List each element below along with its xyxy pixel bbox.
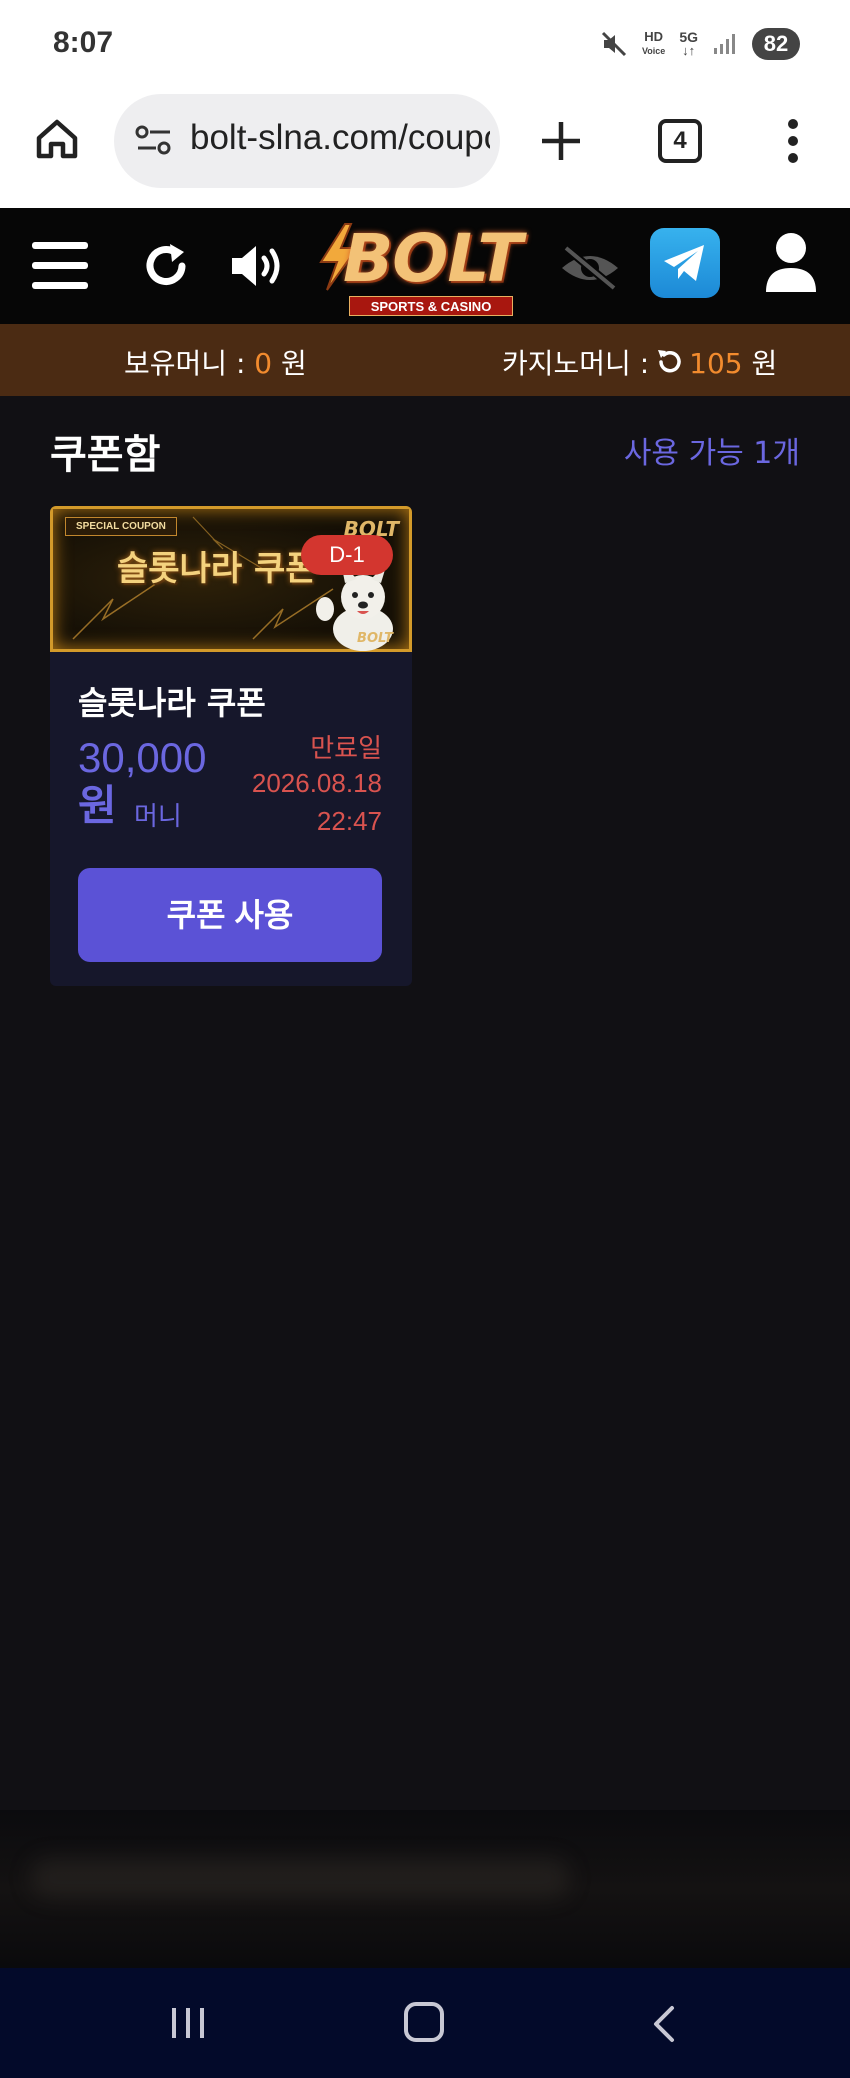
- eye-off-icon[interactable]: [558, 242, 622, 294]
- site-settings-icon[interactable]: [134, 124, 174, 158]
- banner-brand-small: BOLT: [357, 631, 393, 646]
- user-account-icon[interactable]: [762, 230, 820, 294]
- network-label: 5G: [679, 29, 698, 45]
- back-icon[interactable]: [648, 2004, 678, 2044]
- browser-menu-button[interactable]: [778, 116, 808, 166]
- casino-label: 카지노머니 :: [502, 347, 650, 380]
- voice-label: Voice: [641, 46, 666, 56]
- coupon-amount: 30,000: [78, 734, 207, 781]
- home-icon: [36, 119, 78, 159]
- casino-balance: 카지노머니 : 105 원: [502, 342, 777, 382]
- balance-bar: 보유머니 : 0 원 카지노머니 : 105 원: [0, 324, 850, 396]
- signal-icon: [714, 34, 735, 54]
- recent-apps-icon[interactable]: [168, 2004, 208, 2042]
- new-tab-button[interactable]: [536, 116, 586, 166]
- coupon-name: 슬롯나라 쿠폰: [78, 684, 266, 722]
- hd-voice-icon: HD Voice: [642, 30, 665, 58]
- coupon-amount-currency: 원: [78, 781, 117, 830]
- money-unit: 원: [272, 347, 307, 380]
- money-label: 보유머니 :: [124, 347, 255, 380]
- system-home-icon[interactable]: [404, 2002, 444, 2042]
- dday-badge: D-1: [301, 535, 393, 575]
- hd-label: HD: [644, 29, 664, 44]
- site-header: BOLT SPORTS & CASINO: [0, 208, 850, 324]
- status-bar: 8:07 HD Voice 5G ↓↑ 82: [0, 0, 850, 88]
- telegram-button[interactable]: [650, 228, 720, 298]
- page-title: 쿠폰함: [50, 432, 161, 478]
- special-coupon-tag: SPECIAL COUPON: [65, 517, 177, 536]
- refresh-icon[interactable]: [140, 240, 192, 292]
- battery-indicator: 82: [752, 28, 800, 60]
- sound-on-icon[interactable]: [228, 240, 290, 292]
- coupon-banner: SPECIAL COUPON 슬롯나라 쿠폰 BOLT D-1 BOLT: [50, 506, 412, 652]
- browser-toolbar: bolt-slna.com/coupon 4: [0, 88, 850, 208]
- 5g-icon: 5G ↓↑: [679, 29, 698, 58]
- casino-refresh-icon[interactable]: [655, 348, 683, 376]
- status-time: 8:07: [53, 26, 114, 59]
- coupon-amount-unit: 머니: [134, 802, 182, 832]
- logo-subtitle: SPORTS & CASINO: [349, 296, 513, 316]
- casino-value: 105: [689, 347, 743, 380]
- mute-icon: [601, 31, 627, 57]
- hamburger-menu-button[interactable]: [32, 242, 88, 290]
- available-count: 사용 가능 1개: [623, 436, 800, 471]
- coupon-card: SPECIAL COUPON 슬롯나라 쿠폰 BOLT D-1 BOLT 슬롯나…: [50, 506, 412, 986]
- browser-home-button[interactable]: [30, 112, 84, 166]
- footer-blurred-content: [30, 1858, 570, 1898]
- expiry-time: 22:47: [316, 806, 382, 836]
- telegram-icon: [664, 245, 704, 281]
- url-text[interactable]: bolt-slna.com/coupon: [190, 118, 490, 158]
- expiry-label: 만료일: [310, 734, 382, 764]
- use-coupon-button[interactable]: 쿠폰 사용: [78, 868, 382, 962]
- bolt-logo[interactable]: BOLT SPORTS & CASINO: [313, 214, 543, 320]
- logo-text: BOLT: [343, 220, 523, 297]
- system-nav-bar: [0, 1968, 850, 2078]
- casino-unit: 원: [742, 347, 778, 380]
- address-bar[interactable]: bolt-slna.com/coupon: [114, 94, 500, 188]
- footer-area: [0, 1810, 850, 1968]
- money-balance: 보유머니 : 0 원: [124, 342, 307, 382]
- tab-switcher-button[interactable]: 4: [658, 119, 702, 163]
- money-value: 0: [254, 347, 273, 380]
- status-icons: HD Voice 5G ↓↑ 82: [600, 28, 800, 60]
- banner-title: 슬롯나라 쿠폰: [117, 549, 317, 589]
- expiry-date: 2026.08.18: [251, 768, 382, 798]
